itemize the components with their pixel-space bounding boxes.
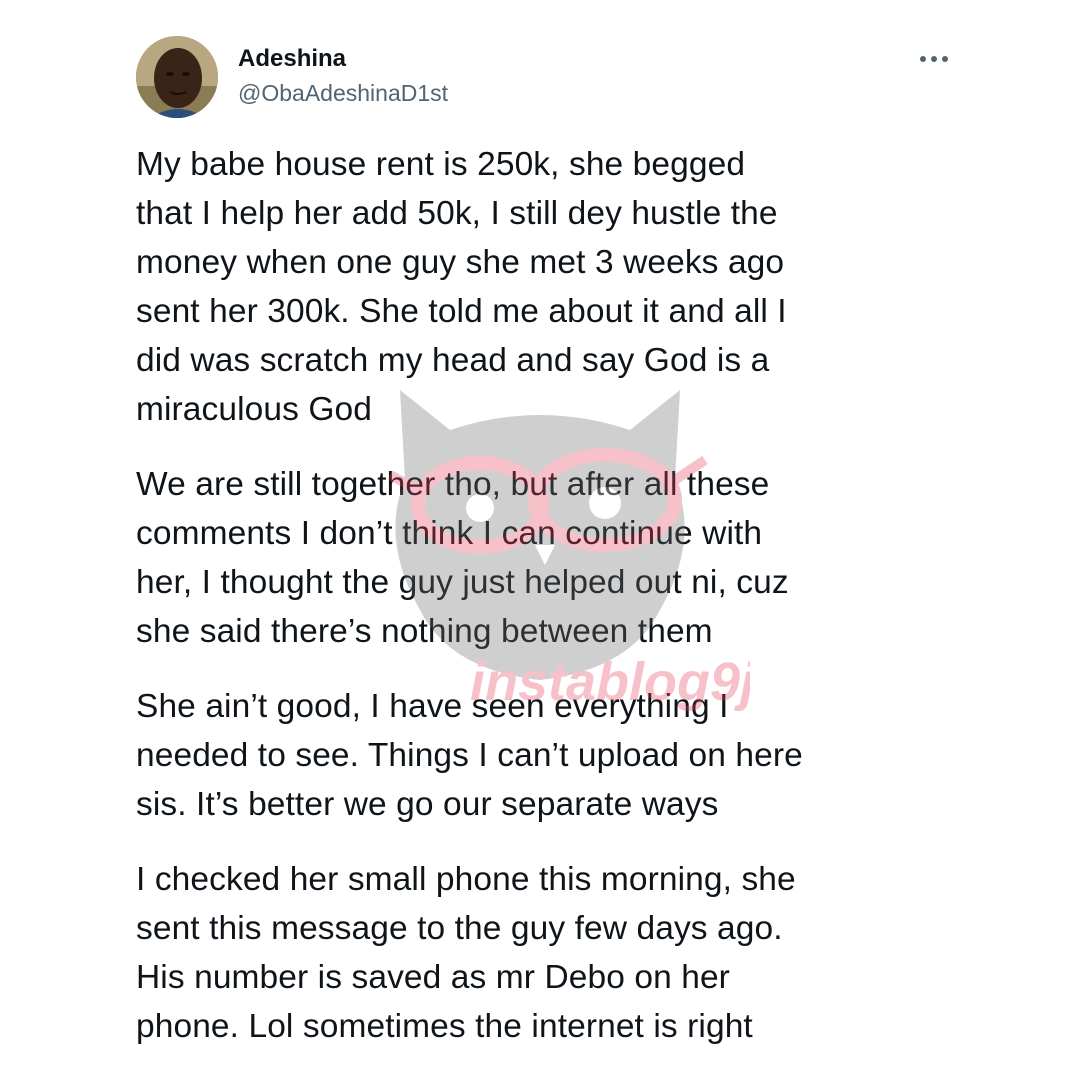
more-options-button[interactable]	[914, 44, 954, 74]
author-names: Adeshina @ObaAdeshinaD1st	[238, 44, 448, 108]
tweet-paragraph: My babe house rent is 250k, she begged t…	[136, 146, 787, 428]
tweet-paragraph: We are still together tho, but after all…	[136, 466, 789, 650]
author-handle[interactable]: @ObaAdeshinaD1st	[238, 78, 448, 108]
avatar[interactable]	[136, 36, 218, 118]
tweet-header: Adeshina @ObaAdeshinaD1st	[136, 36, 956, 122]
author-display-name[interactable]: Adeshina	[238, 44, 448, 74]
tweet-text: My babe house rent is 250k, she begged t…	[136, 140, 956, 1077]
more-horizontal-icon	[920, 56, 948, 62]
tweet-paragraph: She ain’t good, I have seen everything I…	[136, 688, 803, 823]
tweet-paragraph: I checked her small phone this morning, …	[136, 861, 796, 1045]
